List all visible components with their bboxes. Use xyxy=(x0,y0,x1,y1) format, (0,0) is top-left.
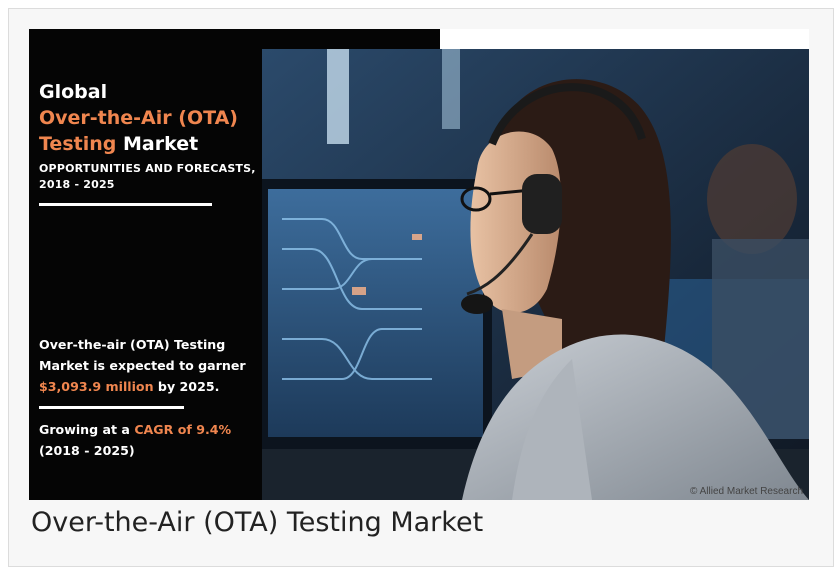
stat1-value: $3,093.9 million xyxy=(39,379,154,394)
image-caption: Over-the-Air (OTA) Testing Market xyxy=(31,507,484,538)
stat1-tail: by 2025. xyxy=(153,379,220,394)
stat2-text: Growing at a xyxy=(39,422,135,437)
divider-top xyxy=(39,203,212,206)
title-line-1: Global xyxy=(39,81,108,103)
stat2-tail: (2018 - 2025) xyxy=(39,443,135,458)
infographic-subtitle: OPPORTUNITIES AND FORECASTS, 2018 - 2025 xyxy=(39,162,256,191)
infographic-title: Global Over-the-Air (OTA) Testing Market xyxy=(39,79,259,157)
title-rest: Market xyxy=(116,133,199,155)
title-accent-word: Testing xyxy=(39,133,117,155)
cagr-statement: Growing at a CAGR of 9.4% (2018 - 2025) xyxy=(39,419,264,461)
stat1-text: Over-the-air (OTA) Testing Market is exp… xyxy=(39,337,246,373)
divider-bottom xyxy=(39,406,184,409)
market-size-statement: Over-the-air (OTA) Testing Market is exp… xyxy=(39,334,264,397)
title-line-2: Over-the-Air (OTA) xyxy=(39,107,238,129)
title-line-3: Testing Market xyxy=(39,131,259,157)
call-center-photo xyxy=(262,49,809,500)
image-card: Global Over-the-Air (OTA) Testing Market… xyxy=(8,8,834,567)
copyright-notice: © Allied Market Research xyxy=(690,486,803,497)
stat2-value: CAGR of 9.4% xyxy=(134,422,232,437)
market-infographic-image[interactable]: Global Over-the-Air (OTA) Testing Market… xyxy=(29,29,809,500)
